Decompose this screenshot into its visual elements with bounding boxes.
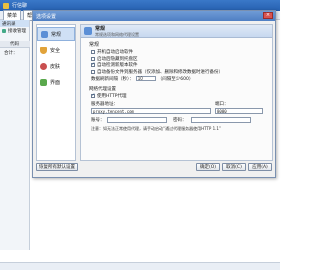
sidebar-item-label: 通讯录 [2, 21, 16, 27]
proxy-section-title: 网络代理设置 [89, 87, 116, 92]
receive-icon [2, 28, 6, 33]
nav-item-label: 皮肤 [50, 63, 61, 70]
nav-item-general[interactable]: 常规 [37, 27, 75, 41]
security-icon [40, 46, 47, 54]
password-label: 密码： [173, 117, 187, 123]
use-proxy-checkbox[interactable] [91, 93, 95, 99]
general-header-icon [84, 27, 92, 35]
dialog-titlebar: 选项设置 × [33, 11, 275, 21]
options-nav: 常规 安全 皮肤 界面 [36, 24, 76, 161]
option-label: 使用HTTP代理 [97, 94, 127, 100]
nav-item-label: 安全 [50, 47, 61, 54]
option-use-proxy[interactable]: 使用HTTP代理 [91, 93, 272, 100]
server-address-label: 服务器地址： [91, 101, 118, 107]
option-label: 自动检测新版本软件 [97, 63, 138, 69]
cancel-button[interactable]: 取消(C) [222, 163, 246, 171]
sidebar-item-receive[interactable]: 接收管理 [0, 27, 29, 34]
app-title: 行信聊 [12, 3, 28, 9]
port-input[interactable]: 8080 [215, 107, 263, 114]
refresh-interval-row: 数据刷新间隔（秒）： 10 （间隔至少600） [91, 75, 272, 82]
panel-subtitle: 常规选项和网络代理设置 [95, 31, 139, 37]
options-panel: 常规 常规选项和网络代理设置 常规 开机自动启动软件 启动后隐藏到托盘区 自动检… [80, 24, 273, 161]
refresh-interval-hint: （间隔至少600） [157, 76, 194, 82]
server-address-input[interactable]: proxy.tencent.com [91, 107, 211, 114]
nav-item-security[interactable]: 安全 [37, 43, 75, 57]
hide-to-tray-checkbox[interactable] [91, 56, 95, 61]
app-logo-icon [3, 2, 9, 9]
credentials-row: 账号： 密码： [91, 116, 272, 123]
ok-button[interactable]: 确定(O) [196, 163, 220, 171]
skin-icon [40, 62, 47, 70]
refresh-interval-input[interactable]: 10 [135, 76, 156, 81]
panel-header: 常规 常规选项和网络代理设置 [81, 25, 272, 38]
nav-item-interface[interactable]: 界面 [37, 75, 75, 89]
sidebar-item-label: 接收管理 [8, 28, 26, 34]
account-input[interactable] [107, 116, 167, 123]
sidebar-item-contacts[interactable]: 通讯录 [0, 20, 29, 27]
option-label: 启动后隐藏到托盘区 [97, 56, 138, 62]
check-updates-checkbox[interactable] [91, 62, 95, 68]
option-label: 自动备份文件到服务器（仅添加、删除和修改数据时进行备份） [97, 69, 223, 75]
port-label: 端口： [215, 101, 229, 107]
nav-item-label: 界面 [50, 79, 61, 86]
option-label: 开机自动启动软件 [97, 50, 133, 56]
close-button[interactable]: × [263, 12, 273, 19]
account-label: 账号： [91, 117, 105, 123]
total-label: 合计： [4, 51, 18, 56]
general-icon [41, 30, 48, 38]
autostart-checkbox[interactable] [91, 50, 95, 55]
server-inputs-row: proxy.tencent.com 8080 [91, 107, 272, 114]
dialog-title: 选项设置 [36, 13, 57, 20]
dialog-footer: 恢复所有默认设置 确定(O) 取消(C) 应用(A) [33, 163, 277, 177]
general-section-title: 常规 [89, 42, 100, 48]
auto-backup-checkbox[interactable] [91, 69, 95, 74]
interface-icon [40, 78, 47, 86]
proxy-note: 注意：如无法正常使用代理，请手动启动“通过代理服务器使用HTTP 1.1” [91, 125, 222, 131]
status-bar [0, 262, 280, 270]
refresh-interval-label: 数据刷新间隔（秒）： [91, 76, 134, 82]
password-input[interactable] [191, 116, 251, 123]
nav-item-label: 常规 [51, 31, 62, 38]
grid-header: 代码 [0, 41, 30, 48]
nav-item-skin[interactable]: 皮肤 [37, 59, 75, 73]
options-dialog: 选项设置 × 常规 安全 皮肤 界面 常规 常规选项和网络代理设置 常规 开机自… [32, 10, 276, 178]
apply-button[interactable]: 应用(A) [248, 163, 272, 171]
grid-header-code: 代码 [10, 42, 19, 47]
menu-button-menu[interactable]: 菜单 [3, 9, 22, 21]
restore-defaults-button[interactable]: 恢复所有默认设置 [36, 163, 78, 171]
server-labels-row: 服务器地址： 端口： [91, 101, 272, 107]
panel-title: 常规 [95, 25, 106, 32]
